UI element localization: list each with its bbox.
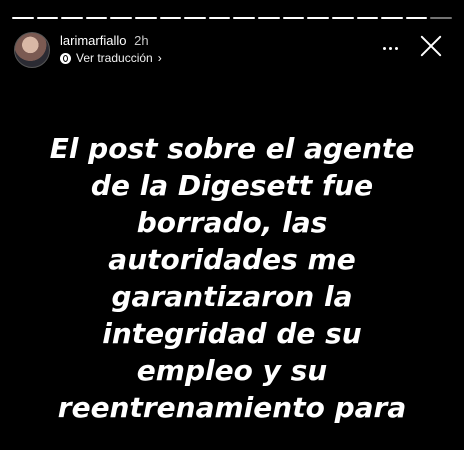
avatar[interactable] <box>14 32 50 68</box>
more-options-icon[interactable] <box>380 38 400 58</box>
story-text-line: de la Digesett fue <box>90 169 374 202</box>
translate-link[interactable]: Ver traducción › <box>60 51 162 65</box>
progress-segment <box>159 17 182 19</box>
progress-segment <box>85 17 108 19</box>
chevron-right-icon: › <box>157 51 162 65</box>
progress-segment <box>110 17 133 19</box>
progress-segment <box>356 17 379 19</box>
progress-segment <box>430 17 452 19</box>
progress-segment <box>405 17 428 19</box>
story-text-line: garantizaron la <box>111 280 353 313</box>
story-text-line: autoridades me <box>108 243 356 276</box>
progress-segment <box>135 17 157 19</box>
story-text-line: borrado, las <box>136 206 328 239</box>
progress-segment <box>307 17 329 19</box>
story-text-line: empleo y su <box>136 354 328 387</box>
progress-segment <box>233 17 256 19</box>
story-header: larimarfiallo 2h Ver traducción › <box>12 30 452 70</box>
progress-segment <box>184 17 206 19</box>
progress-segment <box>381 17 403 19</box>
username[interactable]: larimarfiallo <box>60 33 126 48</box>
story-text-line: reentrenamiento para <box>57 391 407 424</box>
story-text-line: El post sobre el agente <box>49 132 415 165</box>
progress-segment <box>12 17 34 19</box>
timestamp: 2h <box>134 33 149 48</box>
progress-segment <box>331 17 354 19</box>
story-text: El post sobre el agente de la Digesett fu… <box>30 130 434 426</box>
progress-segment <box>258 17 280 19</box>
progress-segment <box>208 17 231 19</box>
story-progress-bar <box>12 17 452 19</box>
user-info[interactable]: larimarfiallo 2h <box>60 33 149 48</box>
close-icon[interactable] <box>418 33 444 59</box>
progress-segment <box>61 17 83 19</box>
progress-segment <box>36 17 59 19</box>
story-text-line: integridad de su <box>102 317 362 350</box>
translate-label: Ver traducción <box>76 51 153 65</box>
globe-icon <box>60 52 71 64</box>
progress-segment <box>282 17 305 19</box>
